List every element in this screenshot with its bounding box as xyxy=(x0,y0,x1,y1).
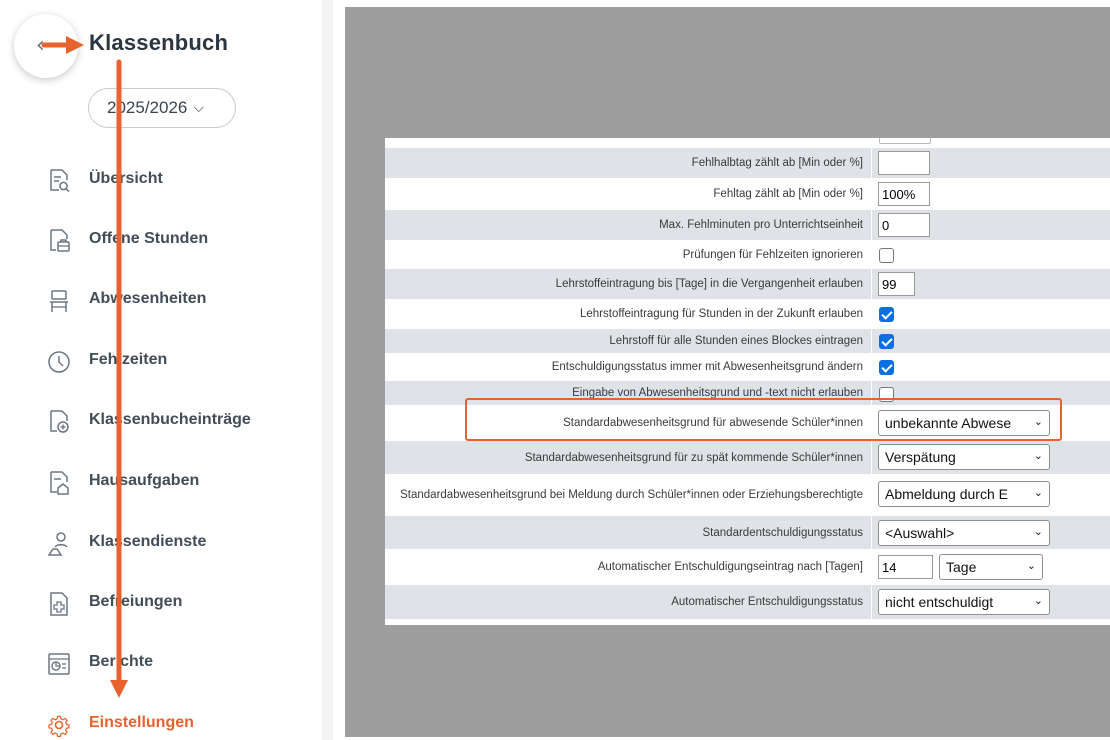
select-value: Tage xyxy=(946,559,977,575)
document-house-icon xyxy=(50,471,69,495)
settings-row: Lehrstoffeintragung für Stunden in der Z… xyxy=(385,300,1110,328)
settings-row: Fehltag zählt ab [Min oder %] 100% xyxy=(385,179,1110,209)
select-value: <Auswahl> xyxy=(885,525,955,541)
pruefungen-ignorieren-checkbox[interactable] xyxy=(879,248,894,263)
sidebar-item-berichte[interactable]: Berichte xyxy=(0,641,333,685)
sidebar-item-label: Übersicht xyxy=(89,170,163,187)
gear-icon xyxy=(48,715,70,738)
setting-label: Lehrstoff für alle Stunden eines Blockes… xyxy=(385,329,872,353)
select-value: Abmeldung durch E xyxy=(885,486,1008,502)
setting-label: Standardabwesenheitsgrund für zu spät ko… xyxy=(385,441,872,474)
sidebar-item-einstellungen[interactable]: Einstellungen xyxy=(0,702,333,740)
setting-label: Fehlhalbtag zählt ab [Min oder %] xyxy=(385,148,872,178)
chevron-down-icon: ⌵ xyxy=(193,100,204,116)
settings-row: Automatischer Entschuldigungsstatus nich… xyxy=(385,585,1110,619)
person-service-icon xyxy=(47,532,68,556)
lehrstoff-block-checkbox[interactable] xyxy=(879,334,894,349)
sidebar-item-uebersicht[interactable]: Übersicht xyxy=(0,158,333,202)
select-value: Verspätung xyxy=(885,449,956,465)
chair-icon xyxy=(50,290,68,312)
chevron-down-icon: ⌄ xyxy=(1033,525,1043,538)
medical-document-icon xyxy=(50,592,68,616)
app-title: Klassenbuch xyxy=(89,30,229,55)
standard-entschuldigungsstatus-select[interactable]: <Auswahl> ⌄ xyxy=(878,520,1050,546)
document-plus-icon xyxy=(50,410,69,433)
settings-row: Max. Fehlminuten pro Unterrichtseinheit … xyxy=(385,210,1110,240)
highlight-box xyxy=(465,398,1062,441)
settings-row: Fehlhalbtag zählt ab [Min oder %] xyxy=(385,148,1110,178)
partial-input-field xyxy=(879,138,931,144)
sidebar-item-hausaufgaben[interactable]: Hausaufgaben xyxy=(0,460,333,504)
auto-entschuldigung-unit-select[interactable]: Tage ⌄ xyxy=(939,554,1043,580)
report-icon xyxy=(48,653,70,675)
chevron-down-icon: ⌄ xyxy=(1026,559,1036,572)
clock-icon xyxy=(48,351,70,373)
sidebar-item-label: Klassendienste xyxy=(89,533,207,550)
sidebar-item-label: Offene Stunden xyxy=(89,230,209,247)
document-search-icon xyxy=(50,169,70,193)
setting-label: Automatischer Entschuldigungsstatus xyxy=(385,585,872,619)
back-button[interactable]: ‹ xyxy=(14,14,78,78)
school-year-value: 2025/2026 xyxy=(107,98,188,117)
sidebar-item-label: Berichte xyxy=(89,653,154,670)
sidebar-item-label: Einstellungen xyxy=(89,714,194,731)
settings-row: Lehrstoffeintragung bis [Tage] in die Ve… xyxy=(385,269,1110,299)
sidebar-item-label: Fehlzeiten xyxy=(89,351,168,368)
lehrstoff-zukunft-checkbox[interactable] xyxy=(879,307,894,322)
school-year-select[interactable]: 2025/2026 ⌵ xyxy=(88,88,236,128)
entschuldigungsstatus-checkbox[interactable] xyxy=(879,360,894,375)
setting-label: Standardabwesenheitsgrund bei Meldung du… xyxy=(385,475,872,515)
setting-label: Lehrstoffeintragung bis [Tage] in die Ve… xyxy=(385,269,872,299)
sidebar-item-label: Befreiungen xyxy=(89,593,183,610)
standard-verspaetung-select[interactable]: Verspätung ⌄ xyxy=(878,444,1050,470)
settings-row: Automatischer Entschuldigungseintrag nac… xyxy=(385,550,1110,584)
sidebar-divider xyxy=(322,0,333,740)
sidebar-item-label: Abwesenheiten xyxy=(89,290,207,307)
setting-label: Lehrstoffeintragung für Stunden in der Z… xyxy=(385,300,872,328)
chevron-down-icon: ⌄ xyxy=(1033,449,1043,462)
setting-label: Entschuldigungsstatus immer mit Abwesenh… xyxy=(385,354,872,380)
chevron-left-icon: ‹ xyxy=(36,33,45,58)
sidebar-item-klassendienste[interactable]: Klassendienste xyxy=(0,521,333,565)
setting-label: Standardentschuldigungsstatus xyxy=(385,516,872,549)
sidebar-item-label: Hausaufgaben xyxy=(89,472,200,489)
document-briefcase-icon xyxy=(50,229,70,252)
settings-row: Standardabwesenheitsgrund für zu spät ko… xyxy=(385,441,1110,474)
standard-meldung-select[interactable]: Abmeldung durch E ⌄ xyxy=(878,481,1050,507)
main-content: Fehlhalbtag zählt ab [Min oder %] Fehlta… xyxy=(345,7,1110,737)
auto-entschuldigung-tage-input[interactable]: 14 xyxy=(878,555,933,579)
auto-entschuldigungsstatus-select[interactable]: nicht entschuldigt ⌄ xyxy=(878,589,1050,615)
setting-label: Max. Fehlminuten pro Unterrichtseinheit xyxy=(385,210,872,240)
chevron-down-icon: ⌄ xyxy=(1033,486,1043,499)
sidebar-item-offene-stunden[interactable]: Offene Stunden xyxy=(0,218,333,262)
setting-label: Automatischer Entschuldigungseintrag nac… xyxy=(385,550,872,584)
settings-panel: Fehlhalbtag zählt ab [Min oder %] Fehlta… xyxy=(385,138,1110,625)
sidebar: ‹ Klassenbuch 2025/2026 ⌵ Übersicht Offe… xyxy=(0,0,333,740)
max-fehlminuten-input[interactable]: 0 xyxy=(878,213,930,237)
lehrstoff-vergangenheit-input[interactable]: 99 xyxy=(878,272,915,296)
select-value: nicht entschuldigt xyxy=(885,594,994,610)
settings-row: Standardentschuldigungsstatus <Auswahl> … xyxy=(385,516,1110,549)
settings-row: Entschuldigungsstatus immer mit Abwesenh… xyxy=(385,354,1110,380)
setting-label: Prüfungen für Fehlzeiten ignorieren xyxy=(385,241,872,268)
fehlhalbtag-input[interactable] xyxy=(878,151,930,175)
sidebar-item-fehlzeiten[interactable]: Fehlzeiten xyxy=(0,339,333,383)
setting-label: Fehltag zählt ab [Min oder %] xyxy=(385,179,872,209)
sidebar-item-abwesenheiten[interactable]: Abwesenheiten xyxy=(0,278,333,322)
settings-row: Prüfungen für Fehlzeiten ignorieren xyxy=(385,241,1110,268)
sidebar-item-klassenbucheintraege[interactable]: Klassenbucheinträge xyxy=(0,399,333,443)
sidebar-item-label: Klassenbucheinträge xyxy=(89,411,251,428)
fehltag-input[interactable]: 100% xyxy=(878,182,930,206)
chevron-down-icon: ⌄ xyxy=(1033,594,1043,607)
sidebar-item-befreiungen[interactable]: Befreiungen xyxy=(0,581,333,625)
settings-row: Standardabwesenheitsgrund bei Meldung du… xyxy=(385,475,1110,515)
settings-row: Lehrstoff für alle Stunden eines Blockes… xyxy=(385,329,1110,353)
